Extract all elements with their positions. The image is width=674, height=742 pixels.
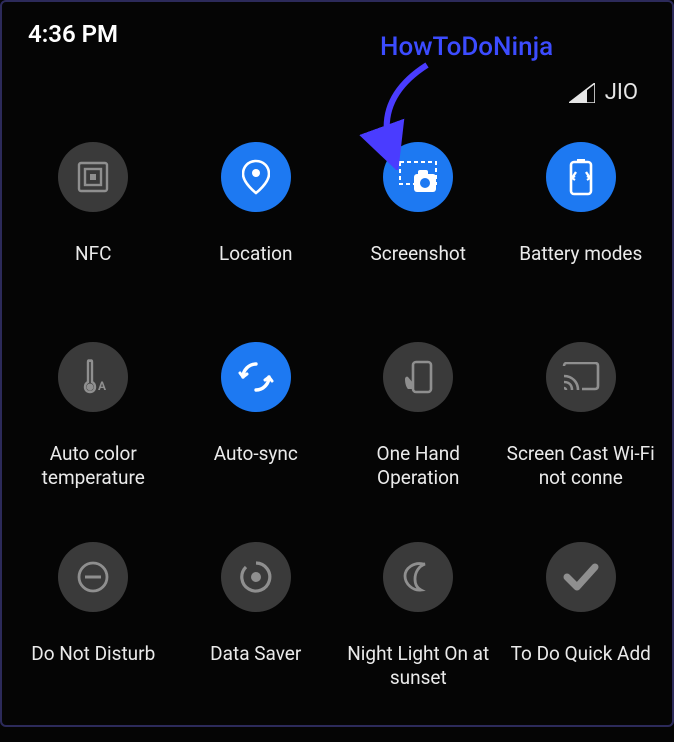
nfc-icon bbox=[58, 142, 128, 212]
watermark-text: HowToDoNinja bbox=[380, 32, 553, 62]
battery-modes-icon bbox=[546, 142, 616, 212]
one-hand-icon bbox=[383, 342, 453, 412]
tile-label: Night Light On at sunset bbox=[337, 642, 499, 690]
tile-auto-sync[interactable]: Auto-sync bbox=[175, 342, 337, 490]
status-bar: 4:36 PM bbox=[2, 2, 672, 48]
arrow-annotation-icon bbox=[332, 60, 442, 170]
signal-icon bbox=[569, 83, 595, 103]
tile-label: Screen Cast Wi-Fi not conne bbox=[500, 442, 662, 490]
tile-night-light[interactable]: Night Light On at sunset bbox=[337, 542, 499, 690]
dnd-icon bbox=[58, 542, 128, 612]
tile-screen-cast[interactable]: Screen Cast Wi-Fi not conne bbox=[500, 342, 662, 490]
tile-label: Auto-sync bbox=[214, 442, 298, 490]
tile-label: Do Not Disturb bbox=[31, 642, 155, 690]
tile-label: To Do Quick Add bbox=[511, 642, 651, 690]
tile-data-saver[interactable]: Data Saver bbox=[175, 542, 337, 690]
tile-do-not-disturb[interactable]: Do Not Disturb bbox=[12, 542, 174, 690]
thermometer-icon: A bbox=[58, 342, 128, 412]
quick-settings-grid: NFC Location Screenshot bbox=[12, 142, 662, 742]
checkmark-icon bbox=[546, 542, 616, 612]
sync-icon bbox=[221, 342, 291, 412]
signal-indicator: JIO bbox=[569, 80, 638, 105]
tile-label: Location bbox=[219, 242, 293, 290]
tile-label: Auto color temperature bbox=[12, 442, 174, 490]
tile-todo-quick-add[interactable]: To Do Quick Add bbox=[500, 542, 662, 690]
data-saver-icon bbox=[221, 542, 291, 612]
tile-label: Battery modes bbox=[519, 242, 642, 290]
moon-icon bbox=[383, 542, 453, 612]
tile-label: NFC bbox=[75, 242, 111, 290]
tile-auto-color-temperature[interactable]: A Auto color temperature bbox=[12, 342, 174, 490]
tile-nfc[interactable]: NFC bbox=[12, 142, 174, 290]
tile-label: One Hand Operation bbox=[337, 442, 499, 490]
tile-one-hand-operation[interactable]: One Hand Operation bbox=[337, 342, 499, 490]
carrier-label: JIO bbox=[605, 80, 638, 105]
tile-label: Screenshot bbox=[371, 242, 466, 290]
location-icon bbox=[221, 142, 291, 212]
cast-icon bbox=[546, 342, 616, 412]
tile-battery-modes[interactable]: Battery modes bbox=[500, 142, 662, 290]
tile-location[interactable]: Location bbox=[175, 142, 337, 290]
tile-label: Data Saver bbox=[210, 642, 301, 690]
status-time: 4:36 PM bbox=[28, 20, 118, 48]
svg-text:A: A bbox=[98, 379, 107, 393]
